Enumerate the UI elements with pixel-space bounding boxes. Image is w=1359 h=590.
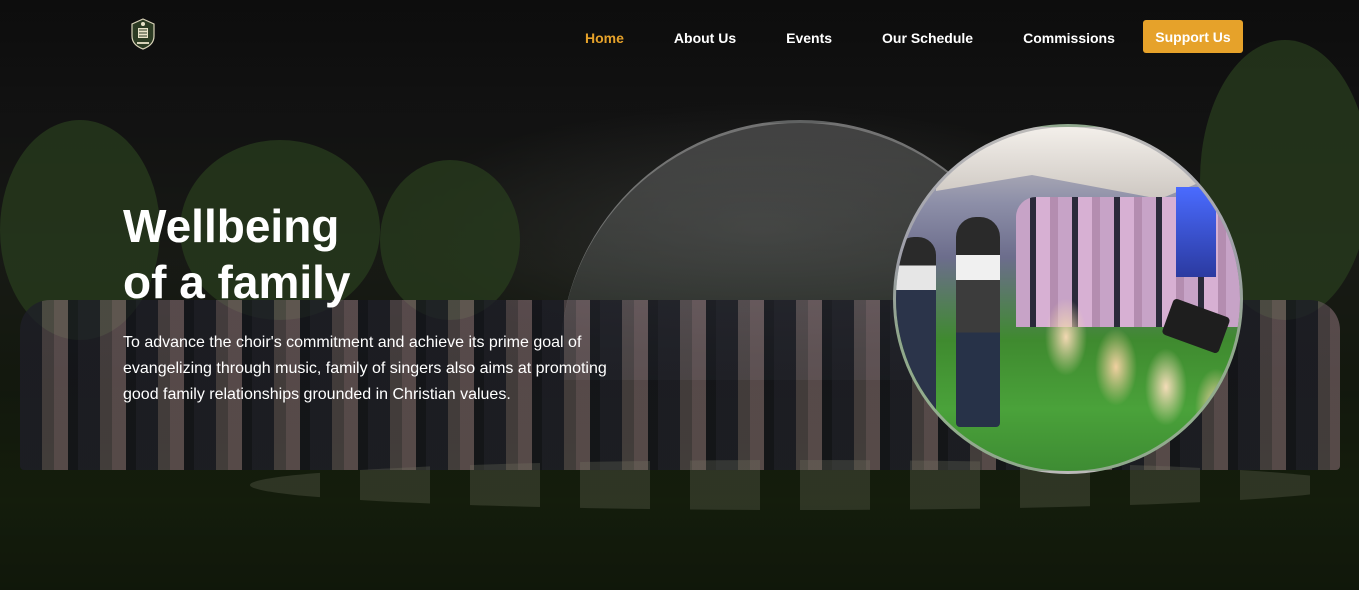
- site-header: Home About Us Events Our Schedule Commis…: [0, 0, 1359, 76]
- support-us-button[interactable]: Support Us: [1143, 20, 1243, 53]
- choir-performance-photo: [893, 124, 1243, 474]
- photo-stage-light: [1176, 187, 1216, 277]
- hero-title-line-2: of a family: [123, 256, 351, 308]
- main-nav: Home About Us Events Our Schedule Commis…: [585, 20, 1165, 56]
- photo-lead-singer: [956, 217, 1000, 427]
- hero-title: Wellbeing of a family: [123, 198, 523, 310]
- nav-link-home[interactable]: Home: [585, 30, 624, 46]
- choir-crest-logo-icon[interactable]: [130, 18, 156, 50]
- photo-performer: [896, 237, 936, 427]
- nav-link-commissions[interactable]: Commissions: [1023, 30, 1115, 46]
- background-stone-path: [250, 460, 1350, 510]
- nav-link-our-schedule[interactable]: Our Schedule: [882, 30, 973, 46]
- nav-link-about-us[interactable]: About Us: [674, 30, 736, 46]
- hero-description: To advance the choir's commitment and ac…: [123, 334, 607, 403]
- hero-title-line-1: Wellbeing: [123, 200, 340, 252]
- nav-link-events[interactable]: Events: [786, 30, 832, 46]
